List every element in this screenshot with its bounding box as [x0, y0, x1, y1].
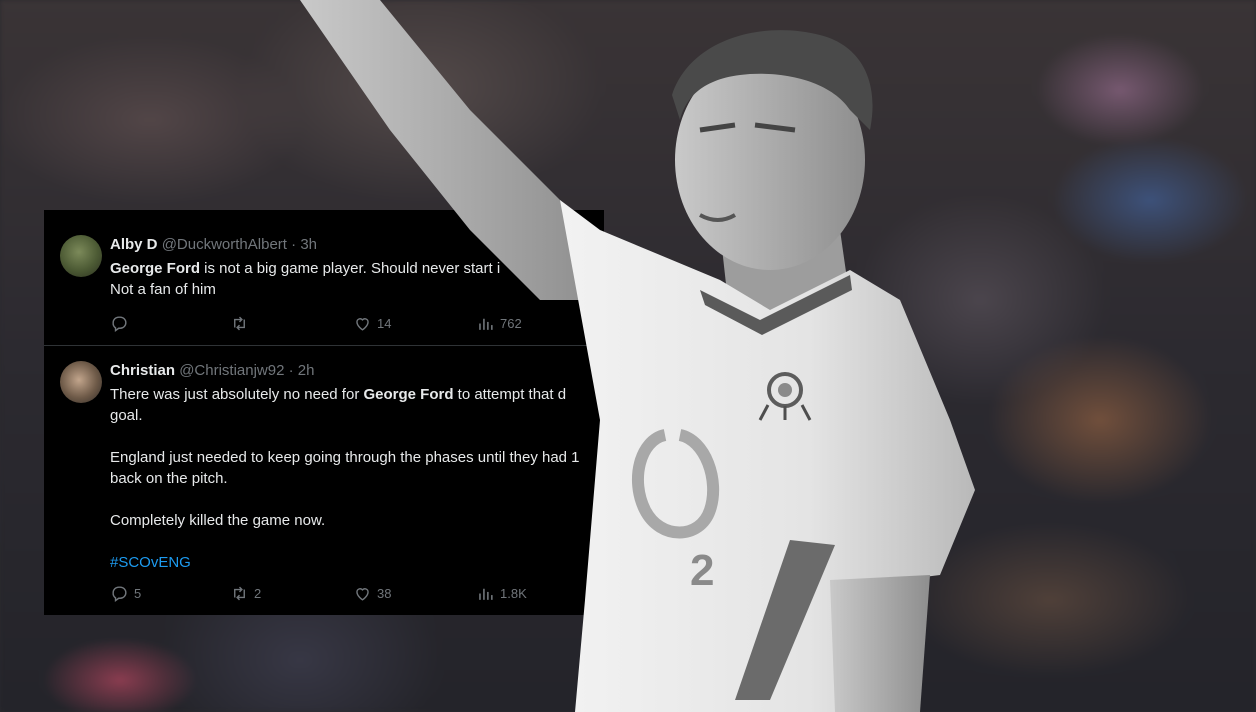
rugby-player-photo: 2 — [300, 0, 975, 712]
jersey-number: 2 — [690, 546, 714, 595]
